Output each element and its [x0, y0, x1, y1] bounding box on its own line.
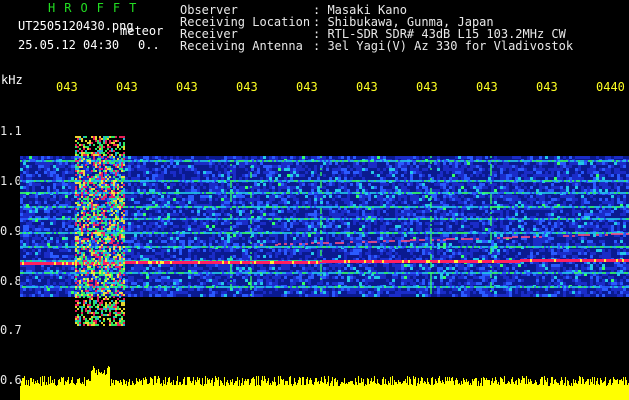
freq-unit-label: kHz — [1, 73, 23, 87]
time-tick: 043 — [236, 80, 258, 94]
event-label: meteor — [120, 24, 164, 38]
antenna-key: Receiving Antenna — [180, 39, 303, 53]
observation-datetime: 25.05.12 04:30 — [18, 38, 120, 52]
freq-label: 0.8 — [0, 274, 22, 288]
hrofft-window: HROFFT UT2505120430.png meteor 25.05.12 … — [0, 0, 629, 400]
time-tick: 043 — [296, 80, 318, 94]
time-tick: 043 — [476, 80, 498, 94]
time-tick: 043 — [176, 80, 198, 94]
freq-label: 0.9 — [0, 224, 22, 238]
spectrogram-canvas — [20, 136, 629, 400]
freq-label: 1.0 — [0, 174, 22, 188]
freq-label: 1.1 — [0, 124, 22, 138]
counter: 0.. — [138, 38, 160, 52]
antenna-value: : 3el Yagi(V) Az 330 for Vladivostok — [313, 39, 574, 53]
time-tick: 043 — [116, 80, 138, 94]
freq-label: 0.6 — [0, 373, 22, 387]
amplitude-trace — [20, 366, 629, 400]
time-tick: 043 — [56, 80, 78, 94]
time-tick: 043 — [536, 80, 558, 94]
time-tick: 0440 — [596, 80, 625, 94]
time-tick: 043 — [416, 80, 438, 94]
file-name: UT2505120430.png — [18, 19, 134, 33]
app-title: HROFFT — [48, 1, 146, 15]
freq-label: 0.7 — [0, 323, 22, 337]
time-tick: 043 — [356, 80, 378, 94]
